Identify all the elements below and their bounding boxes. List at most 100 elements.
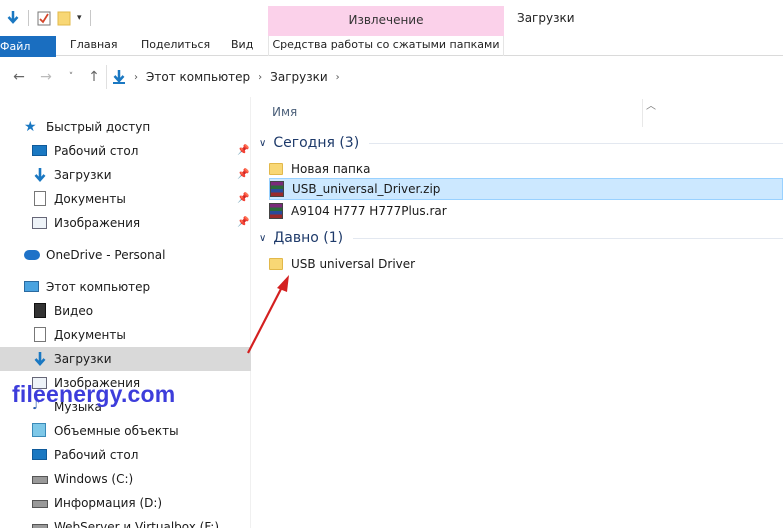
file-explorer-window: ▾ Извлечение Загрузки Файл Главная Подел… <box>0 0 783 528</box>
title-bar: ▾ Извлечение Загрузки <box>0 0 783 36</box>
breadcrumb-chevron-icon[interactable]: › <box>258 72 262 83</box>
nav-item-label: OneDrive - Personal <box>46 248 166 262</box>
tab-compressed-folder-tools[interactable]: Средства работы со сжатыми папками <box>268 36 504 56</box>
file-name: Новая папка <box>291 162 371 176</box>
nav-item-3d-objects[interactable]: Объемные объекты <box>0 419 251 443</box>
tab-home[interactable]: Главная <box>70 36 118 56</box>
back-arrow-icon[interactable]: ← <box>11 69 27 85</box>
nav-item-desktop[interactable]: Рабочий стол <box>0 443 251 467</box>
tab-file[interactable]: Файл <box>0 36 56 58</box>
image-icon <box>32 215 48 231</box>
group-divider <box>369 142 783 144</box>
nav-item-label: Быстрый доступ <box>46 120 151 134</box>
group-divider <box>353 237 783 239</box>
group-label: Давно (1) <box>273 230 344 246</box>
download-location-icon <box>112 69 126 85</box>
nav-item-downloads[interactable]: Загрузки <box>0 347 251 371</box>
nav-item-label: WebServer и Virtualbox (F:) <box>54 520 220 528</box>
breadcrumb-chevron-icon[interactable]: › <box>336 72 340 83</box>
document-icon <box>32 191 48 207</box>
tab-view[interactable]: Вид <box>231 36 253 56</box>
pin-icon[interactable]: 📌 <box>237 193 249 204</box>
address-bar-row: ← → ˅ ↑ › Этот компьютер › Загрузки › <box>0 57 783 97</box>
nav-item-label: Объемные объекты <box>54 424 179 438</box>
new-folder-icon[interactable] <box>57 10 71 26</box>
group-label: Сегодня (3) <box>273 135 360 151</box>
folder-icon <box>269 161 285 177</box>
recent-locations-chevron-icon[interactable]: ˅ <box>63 69 79 85</box>
video-icon <box>32 303 48 319</box>
pin-icon[interactable]: 📌 <box>237 217 249 228</box>
download-icon <box>32 167 48 183</box>
collapse-chevron-icon[interactable]: ∨ <box>259 138 266 149</box>
file-name: USB universal Driver <box>291 257 416 271</box>
desktop-icon <box>32 143 48 159</box>
nav-item-label: Загрузки <box>54 352 112 366</box>
drive-icon <box>32 495 48 511</box>
pin-icon[interactable]: 📌 <box>237 145 249 156</box>
nav-item-label: Windows (C:) <box>54 472 134 486</box>
cloud-icon <box>24 247 40 263</box>
contextual-tab-extract[interactable]: Извлечение <box>268 6 504 36</box>
window-title: Загрузки <box>517 11 575 25</box>
forward-arrow-icon[interactable]: → <box>38 69 54 85</box>
ribbon-tabs: Файл Главная Поделиться Вид Средства раб… <box>0 36 783 58</box>
archive-icon <box>270 181 286 197</box>
watermark: fileenergy.com <box>12 381 176 407</box>
nav-item-drive-d[interactable]: Информация (D:) <box>0 491 251 515</box>
quick-access-toolbar: ▾ <box>6 8 93 28</box>
nav-item-documents[interactable]: Документы <box>0 323 251 347</box>
group-header-today[interactable]: ∨ Сегодня (3) <box>259 131 783 155</box>
file-row[interactable]: Новая папка <box>269 158 783 180</box>
file-row-selected[interactable]: USB_universal_Driver.zip <box>269 178 783 200</box>
breadcrumb-downloads[interactable]: Загрузки <box>270 70 328 84</box>
star-icon: ★ <box>24 119 37 135</box>
file-list-pane: ︿ Имя ∨ Сегодня (3) Новая папка USB_univ… <box>251 97 783 528</box>
document-icon <box>32 327 48 343</box>
download-folder-icon[interactable] <box>6 10 20 26</box>
nav-item-label: Информация (D:) <box>54 496 163 510</box>
customize-toolbar-chevron-icon[interactable]: ▾ <box>77 13 82 23</box>
up-arrow-icon[interactable]: ↑ <box>86 69 102 85</box>
nav-item-label: Загрузки <box>54 168 112 182</box>
column-header-name[interactable]: Имя <box>272 105 297 119</box>
nav-item-label: Рабочий стол <box>54 144 139 158</box>
nav-item-label: Документы <box>54 192 126 206</box>
nav-item-videos[interactable]: Видео <box>0 299 251 323</box>
desktop-icon <box>32 447 48 463</box>
file-name: USB_universal_Driver.zip <box>292 182 441 196</box>
breadcrumb-this-pc[interactable]: Этот компьютер <box>146 70 250 84</box>
nav-item-onedrive[interactable]: OneDrive - Personal <box>0 243 251 267</box>
nav-item-drive-c[interactable]: Windows (C:) <box>0 467 251 491</box>
folder-icon <box>269 256 285 272</box>
drive-icon <box>32 471 48 487</box>
navigation-pane: ★ Быстрый доступ Рабочий стол 📌 Загрузки… <box>0 97 251 528</box>
file-row[interactable]: A9104 H777 H777Plus.rar <box>269 200 783 222</box>
column-divider[interactable] <box>642 99 643 127</box>
nav-item-desktop-pinned[interactable]: Рабочий стол 📌 <box>0 139 251 163</box>
nav-item-images-pinned[interactable]: Изображения 📌 <box>0 211 251 235</box>
breadcrumb-chevron-icon: › <box>134 71 138 83</box>
toolbar-divider <box>28 10 29 26</box>
computer-icon <box>24 279 40 295</box>
nav-item-downloads-pinned[interactable]: Загрузки 📌 <box>0 163 251 187</box>
nav-item-quick-access[interactable]: ★ Быстрый доступ <box>0 115 251 139</box>
group-header-long-ago[interactable]: ∨ Давно (1) <box>259 226 783 250</box>
archive-icon <box>269 203 285 219</box>
file-row[interactable]: USB universal Driver <box>269 253 783 275</box>
nav-item-drive-f[interactable]: WebServer и Virtualbox (F:) <box>0 515 251 528</box>
collapse-chevron-icon[interactable]: ∨ <box>259 233 266 244</box>
nav-item-documents-pinned[interactable]: Документы 📌 <box>0 187 251 211</box>
nav-item-label: Рабочий стол <box>54 448 139 462</box>
file-name: A9104 H777 H777Plus.rar <box>291 204 447 218</box>
tab-share[interactable]: Поделиться <box>141 36 210 56</box>
nav-item-this-pc[interactable]: Этот компьютер <box>0 275 251 299</box>
pin-icon[interactable]: 📌 <box>237 169 249 180</box>
nav-item-label: Этот компьютер <box>46 280 151 294</box>
properties-icon[interactable] <box>37 11 51 26</box>
download-icon <box>32 351 48 367</box>
toolbar-divider <box>89 10 91 26</box>
nav-item-label: Документы <box>54 328 126 342</box>
nav-item-label: Видео <box>54 304 94 318</box>
sort-ascending-icon: ︿ <box>646 101 656 112</box>
